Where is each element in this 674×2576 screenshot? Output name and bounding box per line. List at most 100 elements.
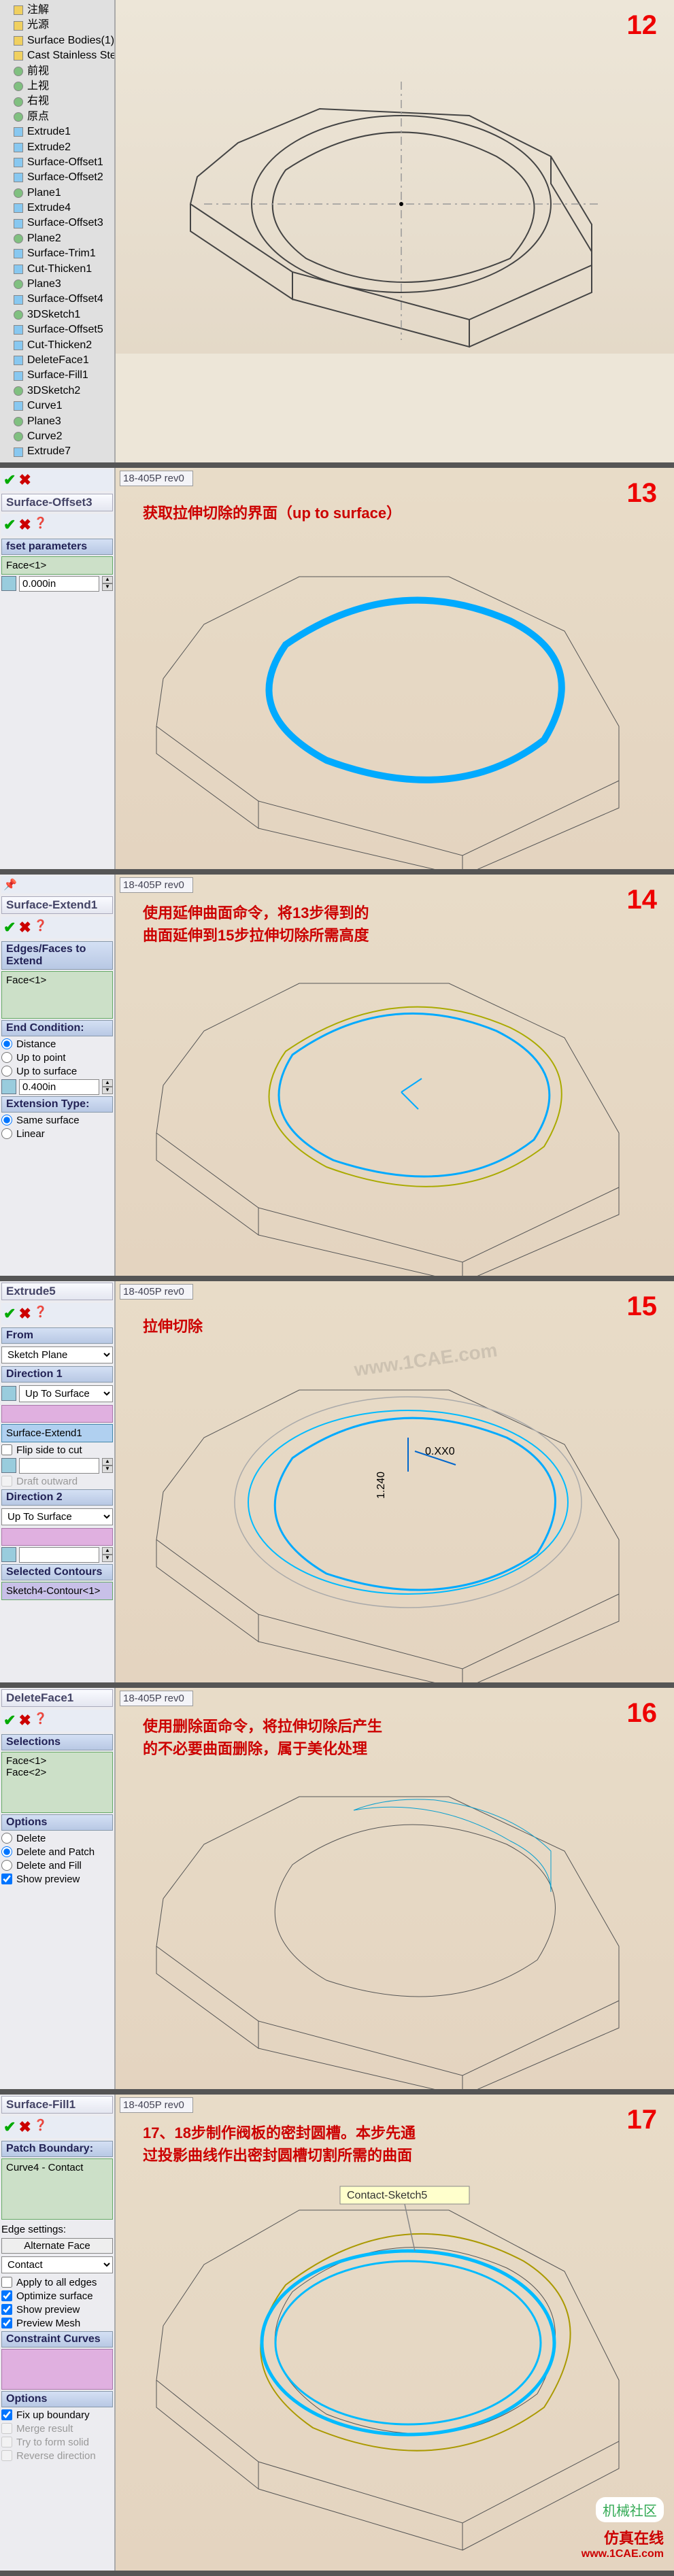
from-select[interactable]: Sketch Plane <box>1 1346 113 1363</box>
tree-item[interactable]: Extrude7 <box>14 444 112 459</box>
viewport-14[interactable]: 18-405P rev0 14 使用延伸曲面命令，将13步得到的曲面延伸到15步… <box>116 875 674 1276</box>
tree-item[interactable]: DeleteFace1 <box>14 353 112 368</box>
radio-up-to-surface[interactable]: Up to surface <box>1 1066 113 1077</box>
tree-item[interactable]: 3DSketch1 <box>14 307 112 322</box>
extend-distance[interactable]: ▲▼ <box>1 1079 113 1095</box>
face-selection[interactable]: Face<1> <box>1 971 113 1019</box>
face-list[interactable]: Face<1>Face<2> <box>1 1752 113 1813</box>
ok-icon[interactable]: ✔ <box>3 919 16 936</box>
distance-input[interactable] <box>19 1079 99 1095</box>
alternate-face-button[interactable]: Alternate Face <box>1 2238 113 2254</box>
draft-input[interactable] <box>19 1458 99 1474</box>
ok-icon[interactable]: ✔ <box>3 2118 16 2136</box>
check-preview-mesh[interactable]: Preview Mesh <box>1 2318 113 2329</box>
tree-item[interactable]: Surface-Offset3 <box>14 216 112 231</box>
tree-item[interactable]: Cut-Thicken2 <box>14 338 112 353</box>
tree-item[interactable]: Surface-Offset1 <box>14 155 112 170</box>
flip-side[interactable]: Flip side to cut <box>1 1444 113 1456</box>
end-condition-1[interactable]: Up To Surface <box>19 1385 113 1402</box>
offset-distance[interactable]: ▲▼ <box>1 576 113 592</box>
tree-item[interactable]: Cut-Thicken1 <box>14 262 112 277</box>
panel-surface-fill[interactable]: Surface-Fill1 ✔✖❓ Patch Boundary: Curve4… <box>0 2095 116 2571</box>
tree-item[interactable]: 注解 <box>14 3 112 18</box>
face-selection[interactable]: Face<1> <box>1 556 113 575</box>
radio-distance[interactable]: Distance <box>1 1038 113 1050</box>
cancel-icon[interactable]: ✖ <box>18 1712 31 1729</box>
tree-item[interactable]: Curve1 <box>14 399 112 413</box>
help-icon[interactable]: ❓ <box>34 1305 48 1323</box>
viewport-17[interactable]: 18-405P rev0 17 17、18步制作阀板的密封圆槽。本步先通过投影曲… <box>116 2095 674 2571</box>
viewport-15[interactable]: 18-405P rev0 15 拉伸切除 0.XX0 1.240 www.1CA… <box>116 1281 674 1682</box>
tree-item[interactable]: 光源 <box>14 18 112 33</box>
radio-delete-patch[interactable]: Delete and Patch <box>1 1846 113 1858</box>
cancel-icon[interactable]: ✖ <box>18 516 31 534</box>
check-show-preview[interactable]: Show preview <box>1 1874 113 1885</box>
draft-input-2[interactable] <box>19 1547 99 1563</box>
ok-icon[interactable]: ✔ <box>3 471 16 489</box>
tree-item[interactable]: Surface-Fill1 <box>14 368 112 383</box>
help-icon[interactable]: ❓ <box>34 1712 48 1729</box>
tree-item[interactable]: Cast Stainless Steel <box>14 48 112 63</box>
feature-tree[interactable]: 注解光源Surface Bodies(1)Cast Stainless Stee… <box>0 0 116 462</box>
panel-surface-offset[interactable]: ✔✖ Surface-Offset3 ✔✖❓ fset parameters F… <box>0 468 116 869</box>
viewport-12[interactable]: 12 <box>116 0 674 354</box>
ok-icon[interactable]: ✔ <box>3 1305 16 1323</box>
target-surface-1[interactable]: Surface-Extend1 <box>1 1424 113 1442</box>
tree-item[interactable]: Plane2 <box>14 231 112 246</box>
end-condition-2[interactable]: Up To Surface <box>1 1508 113 1525</box>
check-optimize[interactable]: Optimize surface <box>1 2290 113 2302</box>
check-merge-result[interactable]: Merge result <box>1 2423 113 2435</box>
check-form-solid[interactable]: Try to form solid <box>1 2437 113 2448</box>
draft-outward[interactable]: Draft outward <box>1 1476 113 1487</box>
check-reverse[interactable]: Reverse direction <box>1 2450 113 2462</box>
boundary-list[interactable]: Curve4 - Contact <box>1 2158 113 2220</box>
radio-linear[interactable]: Linear <box>1 1128 113 1140</box>
tree-item[interactable]: Extrude4 <box>14 201 112 216</box>
tree-item[interactable]: Curve2 <box>14 429 112 444</box>
draft-icon-2[interactable] <box>1 1547 16 1562</box>
cancel-icon[interactable]: ✖ <box>18 471 31 489</box>
radio-delete[interactable]: Delete <box>1 1833 113 1844</box>
radio-up-to-point[interactable]: Up to point <box>1 1052 113 1064</box>
offset-value-input[interactable] <box>19 576 99 592</box>
help-icon[interactable]: ❓ <box>34 516 48 534</box>
help-icon[interactable]: ❓ <box>34 2118 48 2136</box>
tree-item[interactable]: 右视 <box>14 94 112 109</box>
tree-item[interactable]: Extrude1 <box>14 124 112 139</box>
tree-item[interactable]: Surface-Offset2 <box>14 170 112 185</box>
ok-icon[interactable]: ✔ <box>3 1712 16 1729</box>
tree-item[interactable]: Surface-Offset5 <box>14 322 112 337</box>
check-fix-boundary[interactable]: Fix up boundary <box>1 2409 113 2421</box>
cancel-icon[interactable]: ✖ <box>18 2118 31 2136</box>
help-icon[interactable]: ❓ <box>34 919 48 936</box>
check-show-preview[interactable]: Show preview <box>1 2304 113 2316</box>
viewport-13[interactable]: 18-405P rev0 13 获取拉伸切除的界面（up to surface） <box>116 468 674 869</box>
tree-item[interactable]: Surface-Offset4 <box>14 292 112 307</box>
tree-item[interactable]: Surface-Trim1 <box>14 246 112 261</box>
target-surface-2[interactable] <box>1 1528 113 1546</box>
panel-extrude[interactable]: Extrude5 ✔✖❓ From Sketch Plane Direction… <box>0 1281 116 1682</box>
ok-icon[interactable]: ✔ <box>3 516 16 534</box>
panel-delete-face[interactable]: DeleteFace1 ✔✖❓ Selections Face<1>Face<2… <box>0 1688 116 2089</box>
radio-delete-fill[interactable]: Delete and Fill <box>1 1860 113 1871</box>
tree-item[interactable]: 前视 <box>14 64 112 79</box>
tree-item[interactable]: Plane3 <box>14 414 112 429</box>
cancel-icon[interactable]: ✖ <box>18 1305 31 1323</box>
contour-item[interactable]: Sketch4-Contour<1> <box>1 1582 113 1600</box>
cancel-icon[interactable]: ✖ <box>18 919 31 936</box>
draft-icon[interactable] <box>1 1458 16 1473</box>
check-apply-all[interactable]: Apply to all edges <box>1 2277 113 2288</box>
tree-item[interactable]: Plane3 <box>14 277 112 292</box>
panel-surface-extend[interactable]: 📌 Surface-Extend1 ✔✖❓ Edges/Faces to Ext… <box>0 875 116 1276</box>
constraint-list[interactable] <box>1 2349 113 2390</box>
reverse-icon[interactable] <box>1 1386 16 1401</box>
viewport-16[interactable]: 18-405P rev0 16 使用删除面命令，将拉伸切除后产生的不必要曲面删除… <box>116 1688 674 2089</box>
tree-item[interactable]: 原点 <box>14 109 112 124</box>
tree-item[interactable]: Extrude2 <box>14 140 112 155</box>
tree-item[interactable]: Surface Bodies(1) <box>14 33 112 48</box>
pin-icon[interactable]: 📌 <box>3 878 17 892</box>
tree-item[interactable]: Plane1 <box>14 186 112 201</box>
tree-item[interactable]: 上视 <box>14 79 112 94</box>
contact-select[interactable]: Contact <box>1 2256 113 2273</box>
radio-same-surface[interactable]: Same surface <box>1 1115 113 1126</box>
